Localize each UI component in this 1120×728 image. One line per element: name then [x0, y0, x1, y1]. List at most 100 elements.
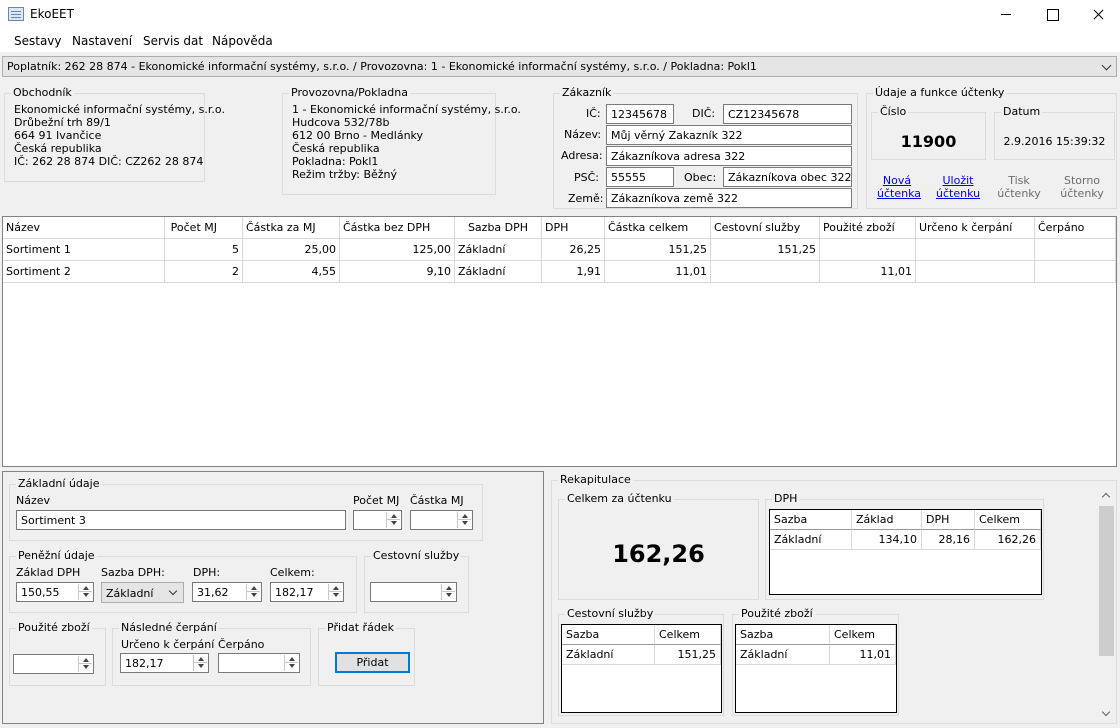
grid-cell[interactable]: 11,01 — [605, 261, 711, 283]
customer-name-field[interactable]: Můj věrný Zakazník 322 — [606, 125, 852, 145]
grid-cell[interactable] — [820, 239, 916, 261]
grid-cell[interactable]: 1,91 — [542, 261, 605, 283]
column-header[interactable]: Název — [3, 217, 165, 239]
column-header[interactable]: Celkem — [975, 510, 1041, 530]
column-header[interactable]: Čerpáno — [1035, 217, 1116, 239]
column-header[interactable]: Určeno k čerpání — [916, 217, 1035, 239]
grid-cell[interactable] — [1035, 239, 1116, 261]
column-header[interactable]: Celkem — [655, 625, 721, 645]
column-header[interactable]: Sazba — [562, 625, 655, 645]
spin-arrows-icon[interactable] — [78, 584, 92, 600]
grid-cell[interactable] — [711, 261, 820, 283]
cash-register-selector[interactable]: Poplatník: 262 28 874 - Ekonomické infor… — [2, 56, 1117, 77]
grid-cell[interactable]: 26,25 — [542, 239, 605, 261]
grid-cell[interactable]: 9,10 — [340, 261, 455, 283]
scroll-up-icon[interactable] — [1098, 488, 1115, 505]
table-cell[interactable]: Základní — [770, 530, 852, 550]
grid-cell[interactable]: 2 — [165, 261, 243, 283]
pridat-group: Přidat řádek Přidat — [318, 621, 415, 686]
spin-arrows-icon[interactable] — [193, 655, 207, 671]
spin-arrows-icon[interactable] — [386, 512, 400, 528]
unit-price-stepper[interactable] — [410, 510, 473, 530]
close-button[interactable] — [1075, 0, 1120, 30]
column-header[interactable]: Použité zboží — [820, 217, 916, 239]
menu-sestavy[interactable]: Sestavy — [14, 34, 62, 48]
column-header[interactable]: Částka bez DPH — [340, 217, 455, 239]
save-receipt-link[interactable]: Uložit účtenku — [936, 174, 980, 200]
country-field[interactable]: Zákazníkova země 322 — [606, 188, 852, 208]
item-name-field[interactable]: Sortiment 3 — [16, 510, 346, 530]
vat-amount-stepper[interactable]: 31,62 — [192, 582, 262, 602]
psc-field[interactable]: 55555 — [606, 167, 674, 187]
grid-cell[interactable]: 151,25 — [605, 239, 711, 261]
dph-recap-table[interactable]: Sazba Základ DPH Celkem Základní 134,10 … — [769, 509, 1042, 595]
scroll-thumb[interactable] — [1099, 506, 1114, 656]
grid-cell[interactable]: Základní — [455, 261, 542, 283]
drawn-stepper[interactable] — [218, 653, 300, 673]
travel-services-stepper[interactable] — [370, 582, 457, 602]
ic-field[interactable]: 12345678 — [606, 104, 674, 124]
column-header[interactable]: Sazba DPH — [455, 217, 542, 239]
allocated-stepper[interactable]: 182,17 — [120, 653, 209, 673]
column-header[interactable]: Cestovní služby — [711, 217, 820, 239]
grid-cell[interactable]: 11,01 — [820, 261, 916, 283]
table-cell[interactable]: 162,26 — [975, 530, 1041, 550]
grid-cell[interactable]: 5 — [165, 239, 243, 261]
column-header[interactable]: Částka celkem — [605, 217, 711, 239]
column-header[interactable]: DPH — [542, 217, 605, 239]
table-cell[interactable]: 151,25 — [655, 645, 721, 665]
quantity-stepper[interactable] — [353, 510, 402, 530]
column-header[interactable]: Sazba — [736, 625, 830, 645]
base-amount-stepper[interactable]: 150,55 — [16, 582, 94, 602]
city-field[interactable]: Zákazníkova obec 322 — [723, 167, 852, 187]
total-stepper[interactable]: 182,17 — [270, 582, 344, 602]
menu-napoveda[interactable]: Nápověda — [212, 34, 273, 48]
spin-arrows-icon[interactable] — [284, 655, 298, 671]
cestovni-recap-table[interactable]: Sazba Celkem Základní 151,25 — [561, 624, 722, 713]
spin-arrows-icon[interactable] — [441, 584, 455, 600]
penezni-group: Peněžní údaje Základ DPH 150,55 Sazba DP… — [9, 549, 357, 613]
column-header[interactable]: Celkem — [830, 625, 896, 645]
grid-cell[interactable] — [916, 261, 1035, 283]
celkem-group: Celkem za účtenku 162,26 — [558, 492, 759, 600]
table-cell[interactable]: 11,01 — [830, 645, 896, 665]
grid-cell[interactable]: 151,25 — [711, 239, 820, 261]
new-receipt-link[interactable]: Nová účtenka — [877, 174, 921, 200]
scroll-down-icon[interactable] — [1098, 706, 1115, 723]
grid-cell[interactable] — [916, 239, 1035, 261]
grid-cell[interactable] — [1035, 261, 1116, 283]
maximize-button[interactable] — [1029, 0, 1075, 30]
menu-servis-dat[interactable]: Servis dat — [143, 34, 203, 48]
dic-field[interactable]: CZ12345678 — [723, 104, 852, 124]
menu-nastaveni[interactable]: Nastavení — [72, 34, 132, 48]
grid-cell[interactable]: Sortiment 2 — [3, 261, 165, 283]
grid-cell[interactable]: Sortiment 1 — [3, 239, 165, 261]
spin-arrows-icon[interactable] — [78, 656, 92, 672]
grid-cell[interactable]: 25,00 — [243, 239, 340, 261]
spin-arrows-icon[interactable] — [246, 584, 260, 600]
items-grid[interactable]: Název Počet MJ Částka za MJ Částka bez D… — [2, 216, 1117, 467]
grid-cell[interactable]: 125,00 — [340, 239, 455, 261]
grid-cell[interactable]: Základní — [455, 239, 542, 261]
nasledne-label: Následné čerpání — [119, 621, 219, 634]
table-cell[interactable]: 28,16 — [922, 530, 975, 550]
vat-rate-select[interactable]: Základní — [101, 582, 184, 603]
column-header[interactable]: Částka za MJ — [243, 217, 340, 239]
add-row-button[interactable]: Přidat — [335, 652, 410, 673]
spin-arrows-icon[interactable] — [328, 584, 342, 600]
pouzite-recap-table[interactable]: Sazba Celkem Základní 11,01 — [735, 624, 897, 713]
column-header[interactable]: Sazba — [770, 510, 852, 530]
address-field[interactable]: Zákazníkova adresa 322 — [606, 146, 852, 166]
column-header[interactable]: DPH — [922, 510, 975, 530]
table-cell[interactable]: Základní — [736, 645, 830, 665]
urceno-label: Určeno k čerpání — [121, 638, 215, 651]
column-header[interactable]: Základ — [852, 510, 922, 530]
table-cell[interactable]: Základní — [562, 645, 655, 665]
used-goods-stepper[interactable] — [13, 654, 94, 674]
spin-arrows-icon[interactable] — [457, 512, 471, 528]
minimize-button[interactable] — [983, 0, 1029, 30]
table-cell[interactable]: 134,10 — [852, 530, 922, 550]
grid-cell[interactable]: 4,55 — [243, 261, 340, 283]
vertical-scrollbar[interactable] — [1098, 488, 1115, 723]
column-header[interactable]: Počet MJ — [165, 217, 243, 239]
